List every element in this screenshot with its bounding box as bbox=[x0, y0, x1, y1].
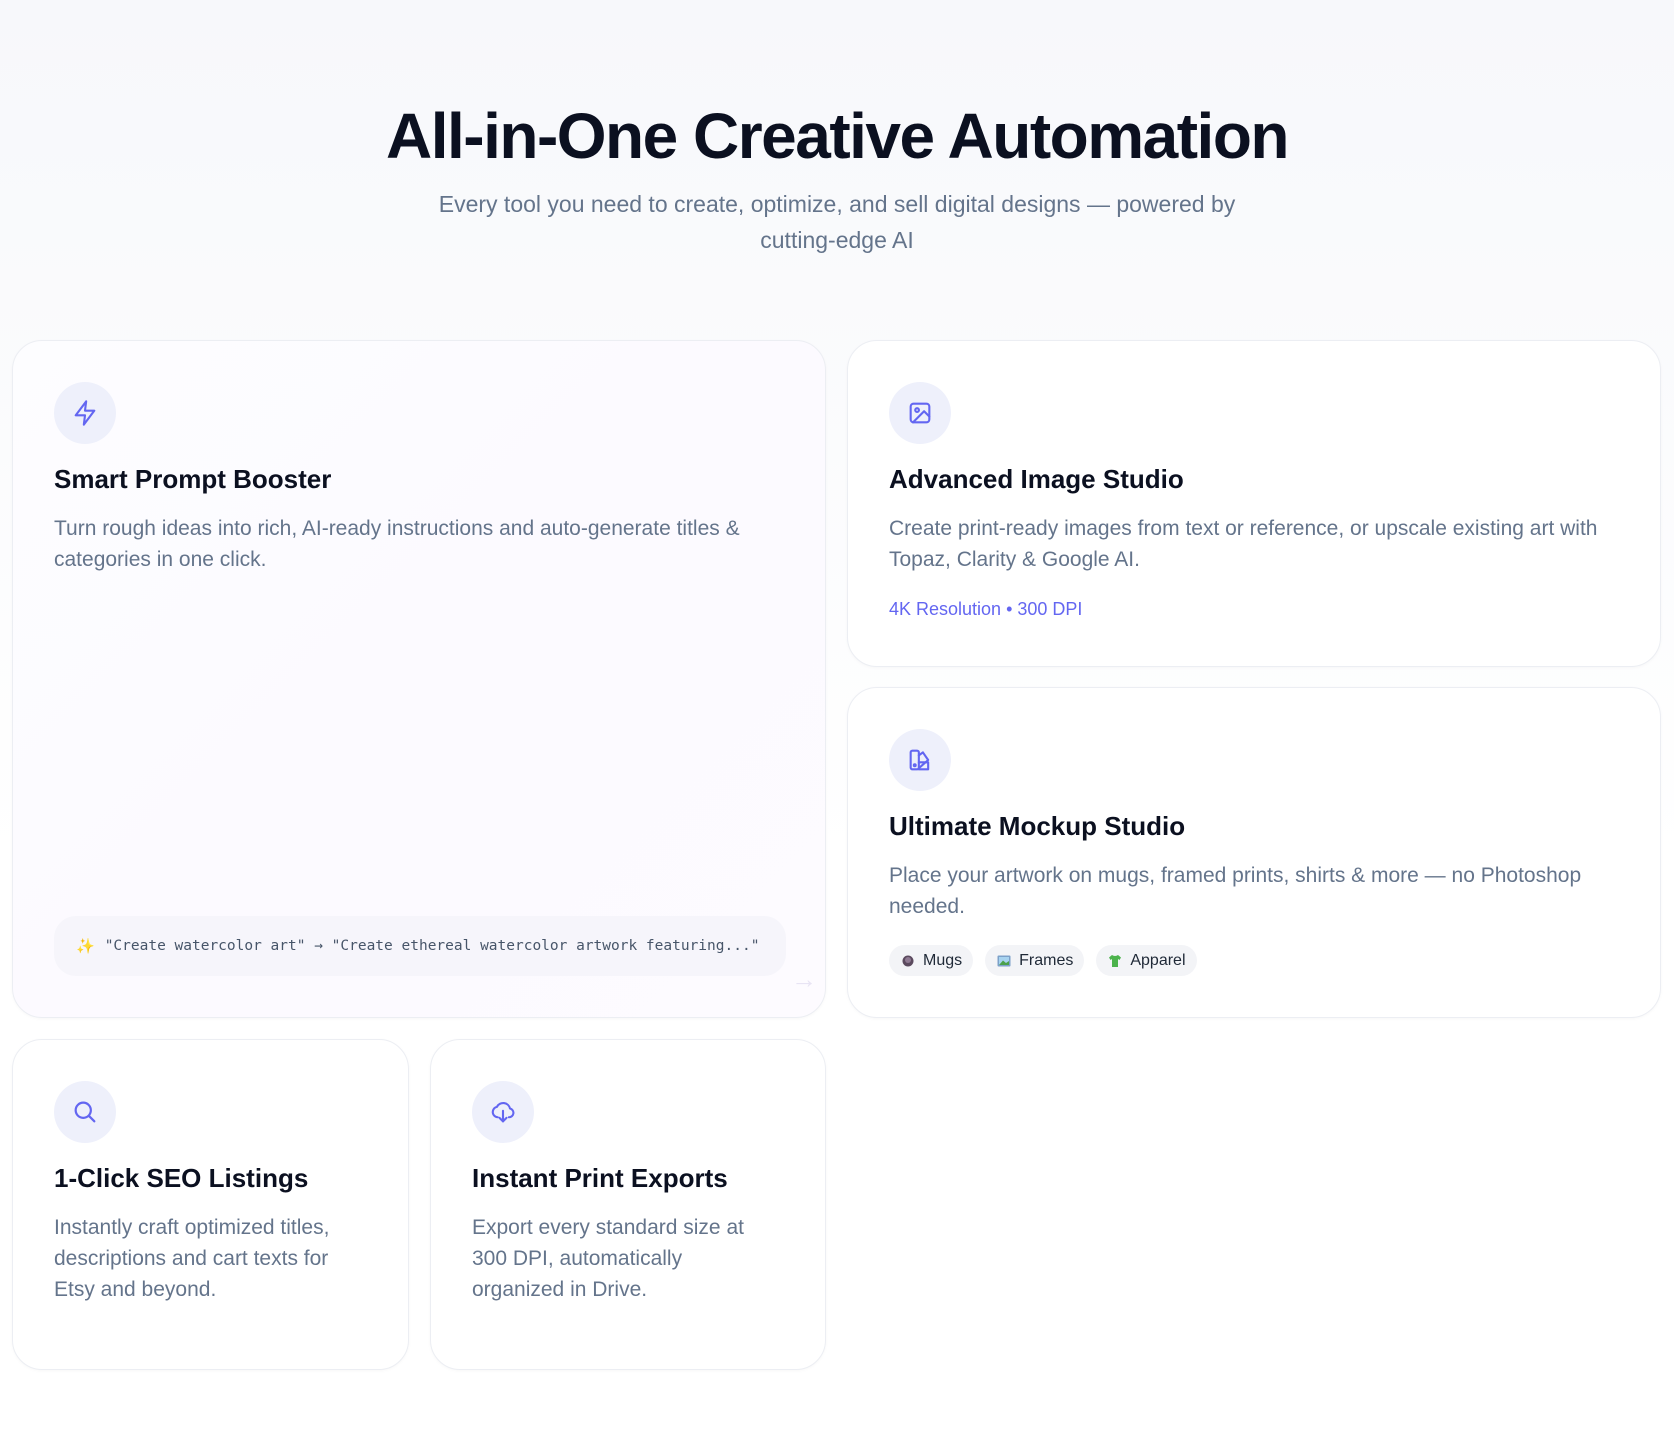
feature-card-title: Ultimate Mockup Studio bbox=[889, 811, 1186, 841]
feature-card-description: Instantly craft optimized titles, descri… bbox=[54, 1216, 330, 1301]
feature-card-description: Create print-ready images from text or r… bbox=[889, 517, 1598, 571]
feature-card-mockup-studio[interactable]: Ultimate Mockup Studio Place your artwor… bbox=[847, 687, 1661, 1018]
feature-card-print-exports[interactable]: Instant Print Exports Export every stand… bbox=[430, 1039, 826, 1370]
feature-card-title: Advanced Image Studio bbox=[889, 464, 1184, 494]
lightning-icon bbox=[54, 382, 116, 444]
prompt-example: ✨ "Create watercolor art" → "Create ethe… bbox=[54, 916, 786, 976]
feature-card-seo-listings[interactable]: 1-Click SEO Listings Instantly craft opt… bbox=[12, 1039, 409, 1370]
cloud-download-icon bbox=[472, 1081, 534, 1143]
tag-apparel[interactable]: Apparel bbox=[1096, 945, 1197, 976]
framed-picture-icon bbox=[996, 953, 1012, 969]
feature-card-title: Instant Print Exports bbox=[472, 1163, 728, 1193]
tag-mugs[interactable]: Mugs bbox=[889, 945, 974, 976]
image-icon bbox=[889, 382, 951, 444]
feature-card-description: Export every standard size at 300 DPI, a… bbox=[472, 1216, 744, 1301]
page-subtitle: Every tool you need to create, optimize,… bbox=[438, 191, 1236, 253]
arrow-right-icon: → bbox=[791, 964, 817, 994]
spec-badge: 4K Resolution • 300 DPI bbox=[889, 599, 1083, 619]
tag-frames[interactable]: Frames bbox=[985, 945, 1085, 976]
prompt-example-text: "Create watercolor art" → "Create ethere… bbox=[104, 938, 760, 954]
feature-card-image-studio[interactable]: Advanced Image Studio Create print-ready… bbox=[847, 340, 1661, 667]
feature-card-title: 1-Click SEO Listings bbox=[54, 1163, 309, 1193]
sparkles-icon: ✨ bbox=[76, 937, 95, 955]
mug-icon bbox=[900, 953, 916, 969]
feature-card-description: Place your artwork on mugs, framed print… bbox=[889, 864, 1582, 918]
swatch-book-icon bbox=[889, 729, 951, 791]
feature-card-prompt-booster[interactable]: Smart Prompt Booster Turn rough ideas in… bbox=[12, 340, 826, 1018]
feature-card-description: Turn rough ideas into rich, AI-ready ins… bbox=[54, 517, 740, 571]
feature-card-title: Smart Prompt Booster bbox=[54, 464, 332, 494]
tshirt-icon bbox=[1107, 953, 1123, 969]
mockup-tags: Mugs Frames Apparel bbox=[889, 945, 1197, 976]
search-icon bbox=[54, 1081, 116, 1143]
page-title: All-in-One Creative Automation bbox=[385, 100, 1290, 172]
